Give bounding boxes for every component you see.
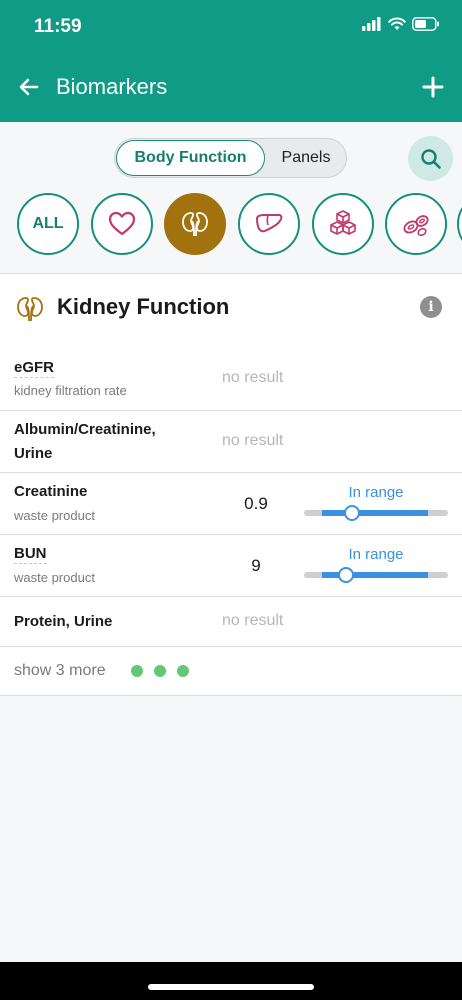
biomarker-name: Creatinine xyxy=(14,483,88,500)
view-toggle: Body Function Panels xyxy=(114,138,347,178)
filter-liver[interactable] xyxy=(238,193,300,255)
category-filter-bar: ALL xyxy=(0,193,462,257)
dot xyxy=(131,665,143,677)
cubes-icon xyxy=(330,210,356,235)
range-marker xyxy=(338,567,354,583)
filter-kidney[interactable] xyxy=(164,193,226,255)
biomarker-name: BUN xyxy=(14,545,47,564)
range-bar xyxy=(304,505,448,521)
biomarker-subtitle: waste product xyxy=(14,570,95,585)
section-title: Kidney Function xyxy=(57,294,230,319)
filter-all[interactable]: ALL xyxy=(17,193,79,255)
biomarker-value: 0.9 xyxy=(244,494,268,513)
app-header: 11:59 Biomarkers xyxy=(0,0,462,122)
biomarker-subtitle: waste product xyxy=(14,508,95,523)
biomarker-result: no result xyxy=(222,432,284,449)
show-more-link[interactable]: show 3 more xyxy=(14,662,106,680)
biomarker-result: no result xyxy=(222,612,284,629)
wifi-icon xyxy=(388,17,406,30)
biomarker-result: no result xyxy=(222,369,284,386)
filter-heart[interactable] xyxy=(91,193,153,255)
plus-icon xyxy=(422,76,444,98)
range-bar-normal-zone xyxy=(322,510,428,516)
biomarker-row-protein-urine[interactable]: Protein, Urine no result xyxy=(0,597,462,647)
range-bar xyxy=(304,567,448,583)
page-title: Biomarkers xyxy=(56,74,168,99)
heart-icon xyxy=(108,211,136,236)
search-icon xyxy=(420,148,441,169)
battery-icon xyxy=(412,17,439,31)
signal-icon xyxy=(362,17,381,31)
home-bar-area xyxy=(0,962,462,1000)
biomarker-subtitle: kidney filtration rate xyxy=(14,383,127,398)
biomarker-row-creatinine[interactable]: Creatinine waste product 0.9 In range xyxy=(0,473,462,535)
biomarker-name: eGFR xyxy=(14,359,55,378)
arrow-left-icon xyxy=(19,78,39,96)
biomarker-name: Albumin/Creatinine, xyxy=(14,421,156,438)
biomarker-row-egfr[interactable]: eGFR kidney filtration rate no result xyxy=(0,348,462,411)
info-icon[interactable]: i xyxy=(420,296,442,318)
biomarker-name: Protein, Urine xyxy=(14,613,113,630)
dot xyxy=(177,665,189,677)
blood-cells-icon xyxy=(403,215,429,237)
biomarker-row-bun[interactable]: BUN waste product 9 In range xyxy=(0,535,462,597)
dot xyxy=(154,665,166,677)
liver-icon xyxy=(256,214,283,233)
range-marker xyxy=(344,505,360,521)
tab-body-function[interactable]: Body Function xyxy=(116,140,265,176)
home-indicator[interactable] xyxy=(148,984,314,990)
status-icons xyxy=(362,17,440,31)
back-button[interactable] xyxy=(14,72,44,102)
kidney-icon xyxy=(182,212,208,237)
filter-metabolic[interactable] xyxy=(312,193,374,255)
more-dots-icon[interactable] xyxy=(131,665,189,677)
status-time: 11:59 xyxy=(34,16,82,37)
range-status: In range xyxy=(348,546,404,563)
kidney-function-section: Kidney Function i eGFR kidney filtration… xyxy=(0,273,462,696)
biomarker-name-line2: Urine xyxy=(14,445,53,462)
search-button[interactable] xyxy=(408,136,453,181)
tab-panels[interactable]: Panels xyxy=(267,140,345,176)
biomarker-row-albumin-creatinine[interactable]: Albumin/Creatinine, Urine no result xyxy=(0,411,462,473)
filter-all-label: ALL xyxy=(32,215,64,232)
filter-more[interactable] xyxy=(457,193,462,255)
filter-blood[interactable] xyxy=(385,193,447,255)
add-button[interactable] xyxy=(418,72,448,102)
range-status: In range xyxy=(348,484,404,501)
kidney-icon xyxy=(17,297,43,322)
biomarker-value: 9 xyxy=(251,556,261,575)
